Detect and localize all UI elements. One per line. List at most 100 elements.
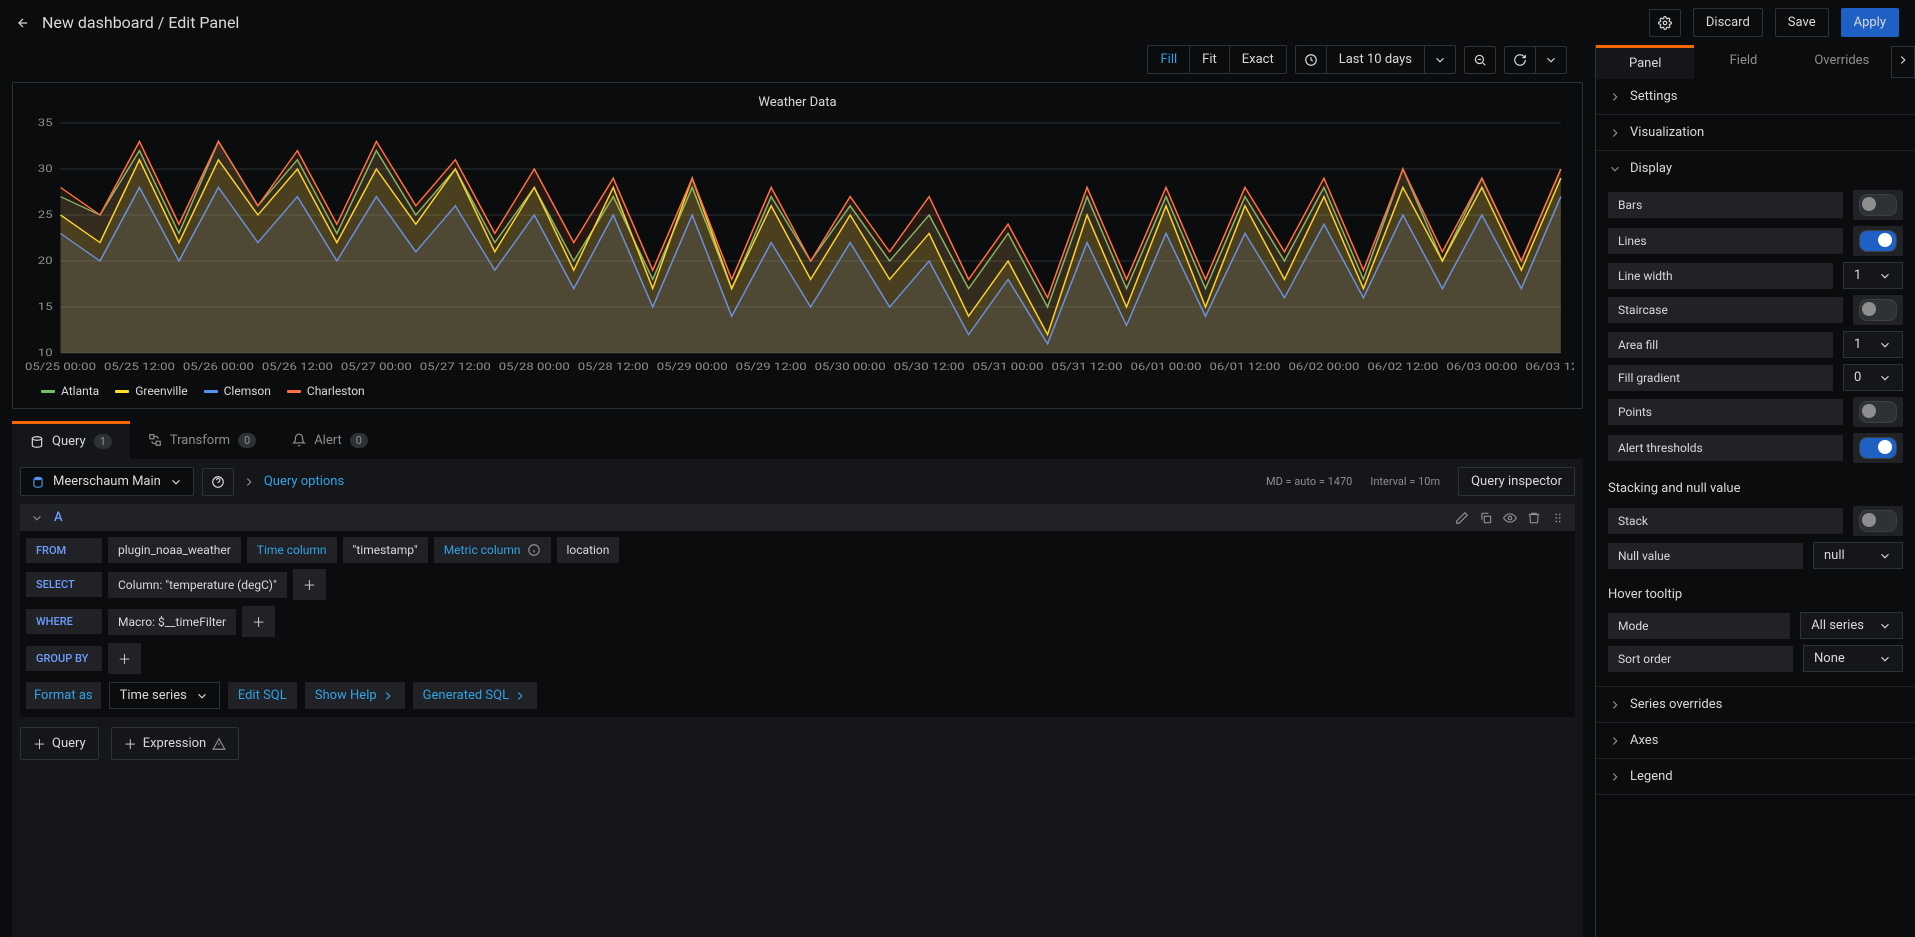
section-axes[interactable]: Axes bbox=[1596, 723, 1915, 758]
section-settings[interactable]: Settings bbox=[1596, 79, 1915, 114]
line-width-select[interactable]: 1 bbox=[1843, 262, 1903, 289]
null-value-label: Null value bbox=[1608, 543, 1803, 569]
stack-label: Stack bbox=[1608, 508, 1843, 534]
select-keyword: SELECT bbox=[26, 572, 102, 597]
metric-column-value[interactable]: location bbox=[557, 537, 620, 563]
format-as-select[interactable]: Time series bbox=[109, 682, 220, 709]
svg-text:06/03 12:00: 06/03 12:00 bbox=[1525, 361, 1574, 373]
svg-text:35: 35 bbox=[38, 118, 53, 129]
svg-text:30: 30 bbox=[38, 163, 53, 175]
tab-alert-label: Alert bbox=[314, 433, 342, 448]
fill-button[interactable]: Fill bbox=[1147, 45, 1190, 74]
save-button[interactable]: Save bbox=[1775, 8, 1829, 37]
side-tab-overrides[interactable]: Overrides bbox=[1793, 45, 1891, 79]
tab-query-label: Query bbox=[52, 434, 86, 449]
edit-icon[interactable] bbox=[1455, 511, 1469, 525]
tab-alert[interactable]: Alert 0 bbox=[274, 421, 386, 459]
bars-toggle[interactable] bbox=[1859, 194, 1897, 216]
show-help-link[interactable]: Show Help bbox=[305, 682, 405, 709]
query-options-link[interactable]: Query options bbox=[264, 474, 344, 489]
legend-item[interactable]: Clemson bbox=[204, 384, 271, 398]
refresh-dropdown[interactable] bbox=[1536, 46, 1567, 74]
info-icon bbox=[527, 543, 541, 557]
query-letter: A bbox=[54, 510, 63, 525]
add-groupby-button[interactable]: ＋ bbox=[108, 643, 141, 674]
lines-toggle[interactable] bbox=[1859, 230, 1897, 252]
fit-button[interactable]: Fit bbox=[1190, 45, 1230, 74]
add-select-button[interactable]: ＋ bbox=[293, 569, 326, 600]
time-column-value[interactable]: "timestamp" bbox=[343, 537, 428, 563]
area-fill-select[interactable]: 1 bbox=[1843, 331, 1903, 358]
metric-column-label: Metric column bbox=[434, 537, 551, 563]
alert-thresholds-label: Alert thresholds bbox=[1608, 435, 1843, 461]
mode-select[interactable]: All series bbox=[1800, 612, 1903, 639]
discard-button[interactable]: Discard bbox=[1693, 8, 1763, 37]
back-arrow[interactable] bbox=[16, 16, 30, 30]
datasource-select[interactable]: Meerschaum Main bbox=[20, 467, 194, 496]
apply-button[interactable]: Apply bbox=[1841, 8, 1899, 37]
drag-handle-icon[interactable] bbox=[1551, 511, 1565, 525]
eye-icon[interactable] bbox=[1503, 511, 1517, 525]
refresh-button[interactable] bbox=[1504, 46, 1536, 74]
area-fill-label: Area fill bbox=[1608, 332, 1833, 358]
points-toggle[interactable] bbox=[1859, 401, 1897, 423]
copy-icon[interactable] bbox=[1479, 511, 1493, 525]
hover-heading: Hover tooltip bbox=[1608, 575, 1903, 606]
exact-button[interactable]: Exact bbox=[1230, 45, 1287, 74]
tab-transform[interactable]: Transform 0 bbox=[130, 421, 274, 459]
svg-text:05/25 12:00: 05/25 12:00 bbox=[104, 361, 175, 373]
svg-text:06/03 00:00: 06/03 00:00 bbox=[1446, 361, 1517, 373]
chevron-down-icon[interactable] bbox=[1425, 45, 1456, 74]
section-visualization[interactable]: Visualization bbox=[1596, 115, 1915, 150]
md-info: MD = auto = 1470 bbox=[1266, 475, 1352, 488]
alert-thresholds-toggle[interactable] bbox=[1859, 437, 1897, 459]
svg-text:05/28 00:00: 05/28 00:00 bbox=[499, 361, 570, 373]
time-range-picker[interactable]: Last 10 days bbox=[1295, 45, 1456, 74]
section-series-overrides[interactable]: Series overrides bbox=[1596, 687, 1915, 722]
edit-sql-link[interactable]: Edit SQL bbox=[228, 682, 297, 709]
trash-icon[interactable] bbox=[1527, 511, 1541, 525]
chart-area: 10152025303505/25 00:0005/25 12:0005/26 … bbox=[21, 118, 1574, 378]
sort-order-select[interactable]: None bbox=[1803, 645, 1903, 672]
from-value[interactable]: plugin_noaa_weather bbox=[108, 537, 241, 563]
staircase-label: Staircase bbox=[1608, 297, 1843, 323]
section-legend[interactable]: Legend bbox=[1596, 759, 1915, 794]
legend-item[interactable]: Charleston bbox=[287, 384, 365, 398]
select-value[interactable]: Column: "temperature (degC)" bbox=[108, 572, 287, 598]
side-tab-panel[interactable]: Panel bbox=[1596, 45, 1694, 79]
where-value[interactable]: Macro: $__timeFilter bbox=[108, 609, 236, 635]
stack-toggle[interactable] bbox=[1859, 510, 1897, 532]
chevron-down-icon[interactable] bbox=[30, 511, 44, 525]
add-where-button[interactable]: ＋ bbox=[242, 606, 275, 637]
datasource-help-button[interactable] bbox=[202, 468, 234, 496]
svg-text:20: 20 bbox=[38, 255, 53, 267]
svg-text:05/30 12:00: 05/30 12:00 bbox=[894, 361, 965, 373]
fill-gradient-select[interactable]: 0 bbox=[1843, 364, 1903, 391]
tab-query-count: 1 bbox=[94, 434, 112, 449]
null-value-select[interactable]: null bbox=[1813, 542, 1903, 569]
panel-title: Weather Data bbox=[21, 91, 1574, 118]
add-query-button[interactable]: ＋Query bbox=[20, 727, 99, 760]
svg-text:05/29 12:00: 05/29 12:00 bbox=[736, 361, 807, 373]
zoom-out-button[interactable] bbox=[1464, 46, 1496, 74]
legend-item[interactable]: Greenville bbox=[115, 384, 187, 398]
datasource-name: Meerschaum Main bbox=[53, 474, 161, 489]
tab-transform-label: Transform bbox=[170, 433, 230, 448]
sidebar-collapse-button[interactable] bbox=[1891, 46, 1915, 78]
svg-text:05/25 00:00: 05/25 00:00 bbox=[25, 361, 96, 373]
points-label: Points bbox=[1608, 399, 1843, 425]
time-range-label[interactable]: Last 10 days bbox=[1327, 45, 1425, 74]
generated-sql-link[interactable]: Generated SQL bbox=[413, 682, 537, 709]
side-tab-field[interactable]: Field bbox=[1694, 45, 1792, 79]
query-inspector-button[interactable]: Query inspector bbox=[1458, 467, 1575, 496]
tab-query[interactable]: Query 1 bbox=[12, 421, 130, 459]
staircase-toggle[interactable] bbox=[1859, 299, 1897, 321]
panel-settings-button[interactable] bbox=[1649, 9, 1681, 37]
svg-text:05/26 00:00: 05/26 00:00 bbox=[183, 361, 254, 373]
section-display[interactable]: Display bbox=[1596, 151, 1915, 186]
add-expression-button[interactable]: ＋Expression bbox=[111, 727, 240, 760]
lines-label: Lines bbox=[1608, 228, 1843, 254]
svg-text:05/26 12:00: 05/26 12:00 bbox=[262, 361, 333, 373]
svg-text:05/31 12:00: 05/31 12:00 bbox=[1052, 361, 1123, 373]
legend-item[interactable]: Atlanta bbox=[41, 384, 99, 398]
